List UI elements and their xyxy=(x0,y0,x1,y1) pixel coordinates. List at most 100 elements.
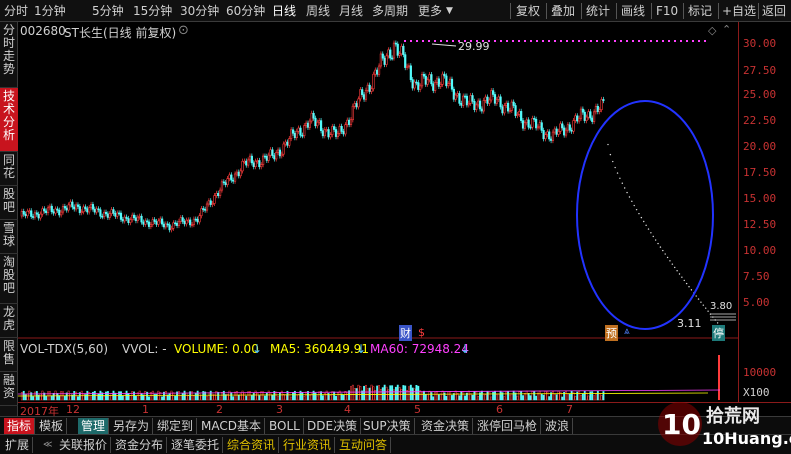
volume-bar xyxy=(110,393,113,401)
tab-industry-news[interactable]: 行业资讯 xyxy=(280,437,336,453)
add-watchlist-button[interactable]: +自选 xyxy=(722,3,756,19)
volume-bar xyxy=(97,393,100,401)
tab-save-as[interactable]: 另存为 xyxy=(110,418,154,434)
y-tick-label: 20.00 xyxy=(743,140,777,153)
finance-event-badge[interactable]: 财 xyxy=(399,325,412,341)
volume-bar xyxy=(421,392,424,401)
candle-body xyxy=(288,138,291,146)
tab-manage[interactable]: 管理 xyxy=(78,418,110,434)
volume-bar xyxy=(595,392,597,401)
limit-down-dot xyxy=(652,235,654,238)
volume-bar xyxy=(181,393,184,401)
candle-body xyxy=(69,201,72,206)
tab-fenshi[interactable]: 分时 xyxy=(4,3,28,19)
volume-bar xyxy=(316,395,319,401)
tab-multi-period[interactable]: 多周期 xyxy=(372,3,408,19)
tab-fund-decision[interactable]: 资金决策 xyxy=(418,418,474,434)
candle-body xyxy=(276,149,280,153)
side-tab-taoguba[interactable]: 淘股吧 xyxy=(0,254,18,304)
mark-button[interactable]: 标记 xyxy=(688,3,712,19)
volume-bar xyxy=(492,392,495,401)
tab-indicators[interactable]: 指标 xyxy=(4,418,36,434)
side-tab-xueqiu[interactable]: 雪球 xyxy=(0,220,18,254)
candle-body xyxy=(404,54,407,68)
period-toolbar: 分时 1分钟 5分钟 15分钟 30分钟 60分钟 日线 周线 月线 多周期 更… xyxy=(0,0,791,22)
stats-button[interactable]: 统计 xyxy=(586,3,610,19)
diamond-icon[interactable]: ◇ xyxy=(708,24,716,37)
forecast-event-badge[interactable]: 预 xyxy=(605,325,618,341)
side-tab-rongzi[interactable]: 融资 xyxy=(0,372,18,406)
candle-body xyxy=(525,119,528,124)
tab-more[interactable]: 更多 xyxy=(418,3,442,19)
tab-1min[interactable]: 1分钟 xyxy=(34,3,66,19)
side-tab-tonghua[interactable]: 同花 xyxy=(0,152,18,186)
tab-bind-to[interactable]: 绑定到 xyxy=(154,418,198,434)
volume-bar xyxy=(368,387,371,401)
more-dropdown-icon[interactable]: ▼ xyxy=(446,3,453,19)
limit-down-dot xyxy=(621,182,623,184)
tab-weekly[interactable]: 周线 xyxy=(306,3,330,19)
collapse-icon[interactable]: ⌃ xyxy=(722,23,731,36)
draw-button[interactable]: 画线 xyxy=(621,3,645,19)
side-tab-longhu[interactable]: 龙虎 xyxy=(0,304,18,338)
tab-dde[interactable]: DDE决策 xyxy=(304,418,362,434)
volume-bar xyxy=(508,394,511,401)
tab-limit-up[interactable]: 涨停回马枪 xyxy=(474,418,542,434)
candle-body xyxy=(308,120,311,128)
indicator-title[interactable]: VOL-TDX(5,60) xyxy=(20,342,108,356)
side-tab-xianshou[interactable]: 限售 xyxy=(0,338,18,372)
fuquan-button[interactable]: 复权 xyxy=(516,3,540,19)
kline-chart-area[interactable]: 002680 ST长生(日线 前复权) ⊙ 29.99 3.11 3.80 停 … xyxy=(17,22,738,402)
f10-button[interactable]: F10 xyxy=(656,3,678,19)
tab-sup[interactable]: SUP决策 xyxy=(360,418,415,434)
candle-body xyxy=(112,209,115,214)
tab-30min[interactable]: 30分钟 xyxy=(180,3,219,19)
tab-expand[interactable]: 扩展 xyxy=(2,437,34,453)
candle-body xyxy=(321,130,325,137)
candle-body xyxy=(187,219,190,222)
volume-bar xyxy=(376,385,379,401)
tab-templates[interactable]: 模板 xyxy=(36,418,68,434)
limit-down-dot xyxy=(623,187,626,189)
overlay-button[interactable]: 叠加 xyxy=(551,3,575,19)
candle-body xyxy=(299,127,302,136)
candle-body xyxy=(101,215,104,218)
candle-body xyxy=(465,95,469,106)
volume-bar xyxy=(217,391,220,401)
signal-dot xyxy=(632,40,634,42)
tab-order-queue[interactable]: 逐笔委托 xyxy=(168,437,224,453)
tab-boll[interactable]: BOLL xyxy=(266,418,304,434)
tab-60min[interactable]: 60分钟 xyxy=(226,3,265,19)
volume-bar xyxy=(148,396,150,401)
candle-body xyxy=(368,84,371,92)
tab-fund-distribution[interactable]: 资金分布 xyxy=(112,437,168,453)
candle-body xyxy=(250,155,253,164)
tab-wave[interactable]: 波浪 xyxy=(542,418,574,434)
limit-down-dot xyxy=(619,177,621,179)
side-tab-guba[interactable]: 股吧 xyxy=(0,186,18,220)
volume-bar xyxy=(69,393,72,401)
tab-15min[interactable]: 15分钟 xyxy=(133,3,172,19)
tab-qa[interactable]: 互动问答 xyxy=(336,437,392,453)
side-tab-tech-analysis[interactable]: 技术分析 xyxy=(0,88,18,152)
tab-monthly[interactable]: 月线 xyxy=(339,3,363,19)
candle-body xyxy=(301,134,304,137)
signal-dot xyxy=(440,40,442,42)
tab-5min[interactable]: 5分钟 xyxy=(92,3,124,19)
dividend-event-badge[interactable]: $ xyxy=(418,326,425,339)
volume-bar xyxy=(90,396,93,401)
date-month-label: 12 xyxy=(66,403,80,416)
candle-body xyxy=(290,129,293,139)
tab-daily[interactable]: 日线 xyxy=(272,3,296,19)
signal-dot xyxy=(692,40,694,42)
tab-related-quotes[interactable]: 关联报价 xyxy=(56,437,112,453)
expand-chevron-icon[interactable]: ≪ xyxy=(40,437,55,453)
volume-bar xyxy=(464,395,467,401)
tab-news[interactable]: 综合资讯 xyxy=(224,437,280,453)
candle-body xyxy=(140,215,143,223)
side-tab-fenshi[interactable]: 分时走势 xyxy=(0,22,18,88)
candle-body xyxy=(361,89,364,95)
tab-macd[interactable]: MACD基本 xyxy=(198,418,265,434)
settings-circle-icon[interactable]: ⊙ xyxy=(178,23,189,38)
back-button[interactable]: 返回 xyxy=(762,3,786,19)
